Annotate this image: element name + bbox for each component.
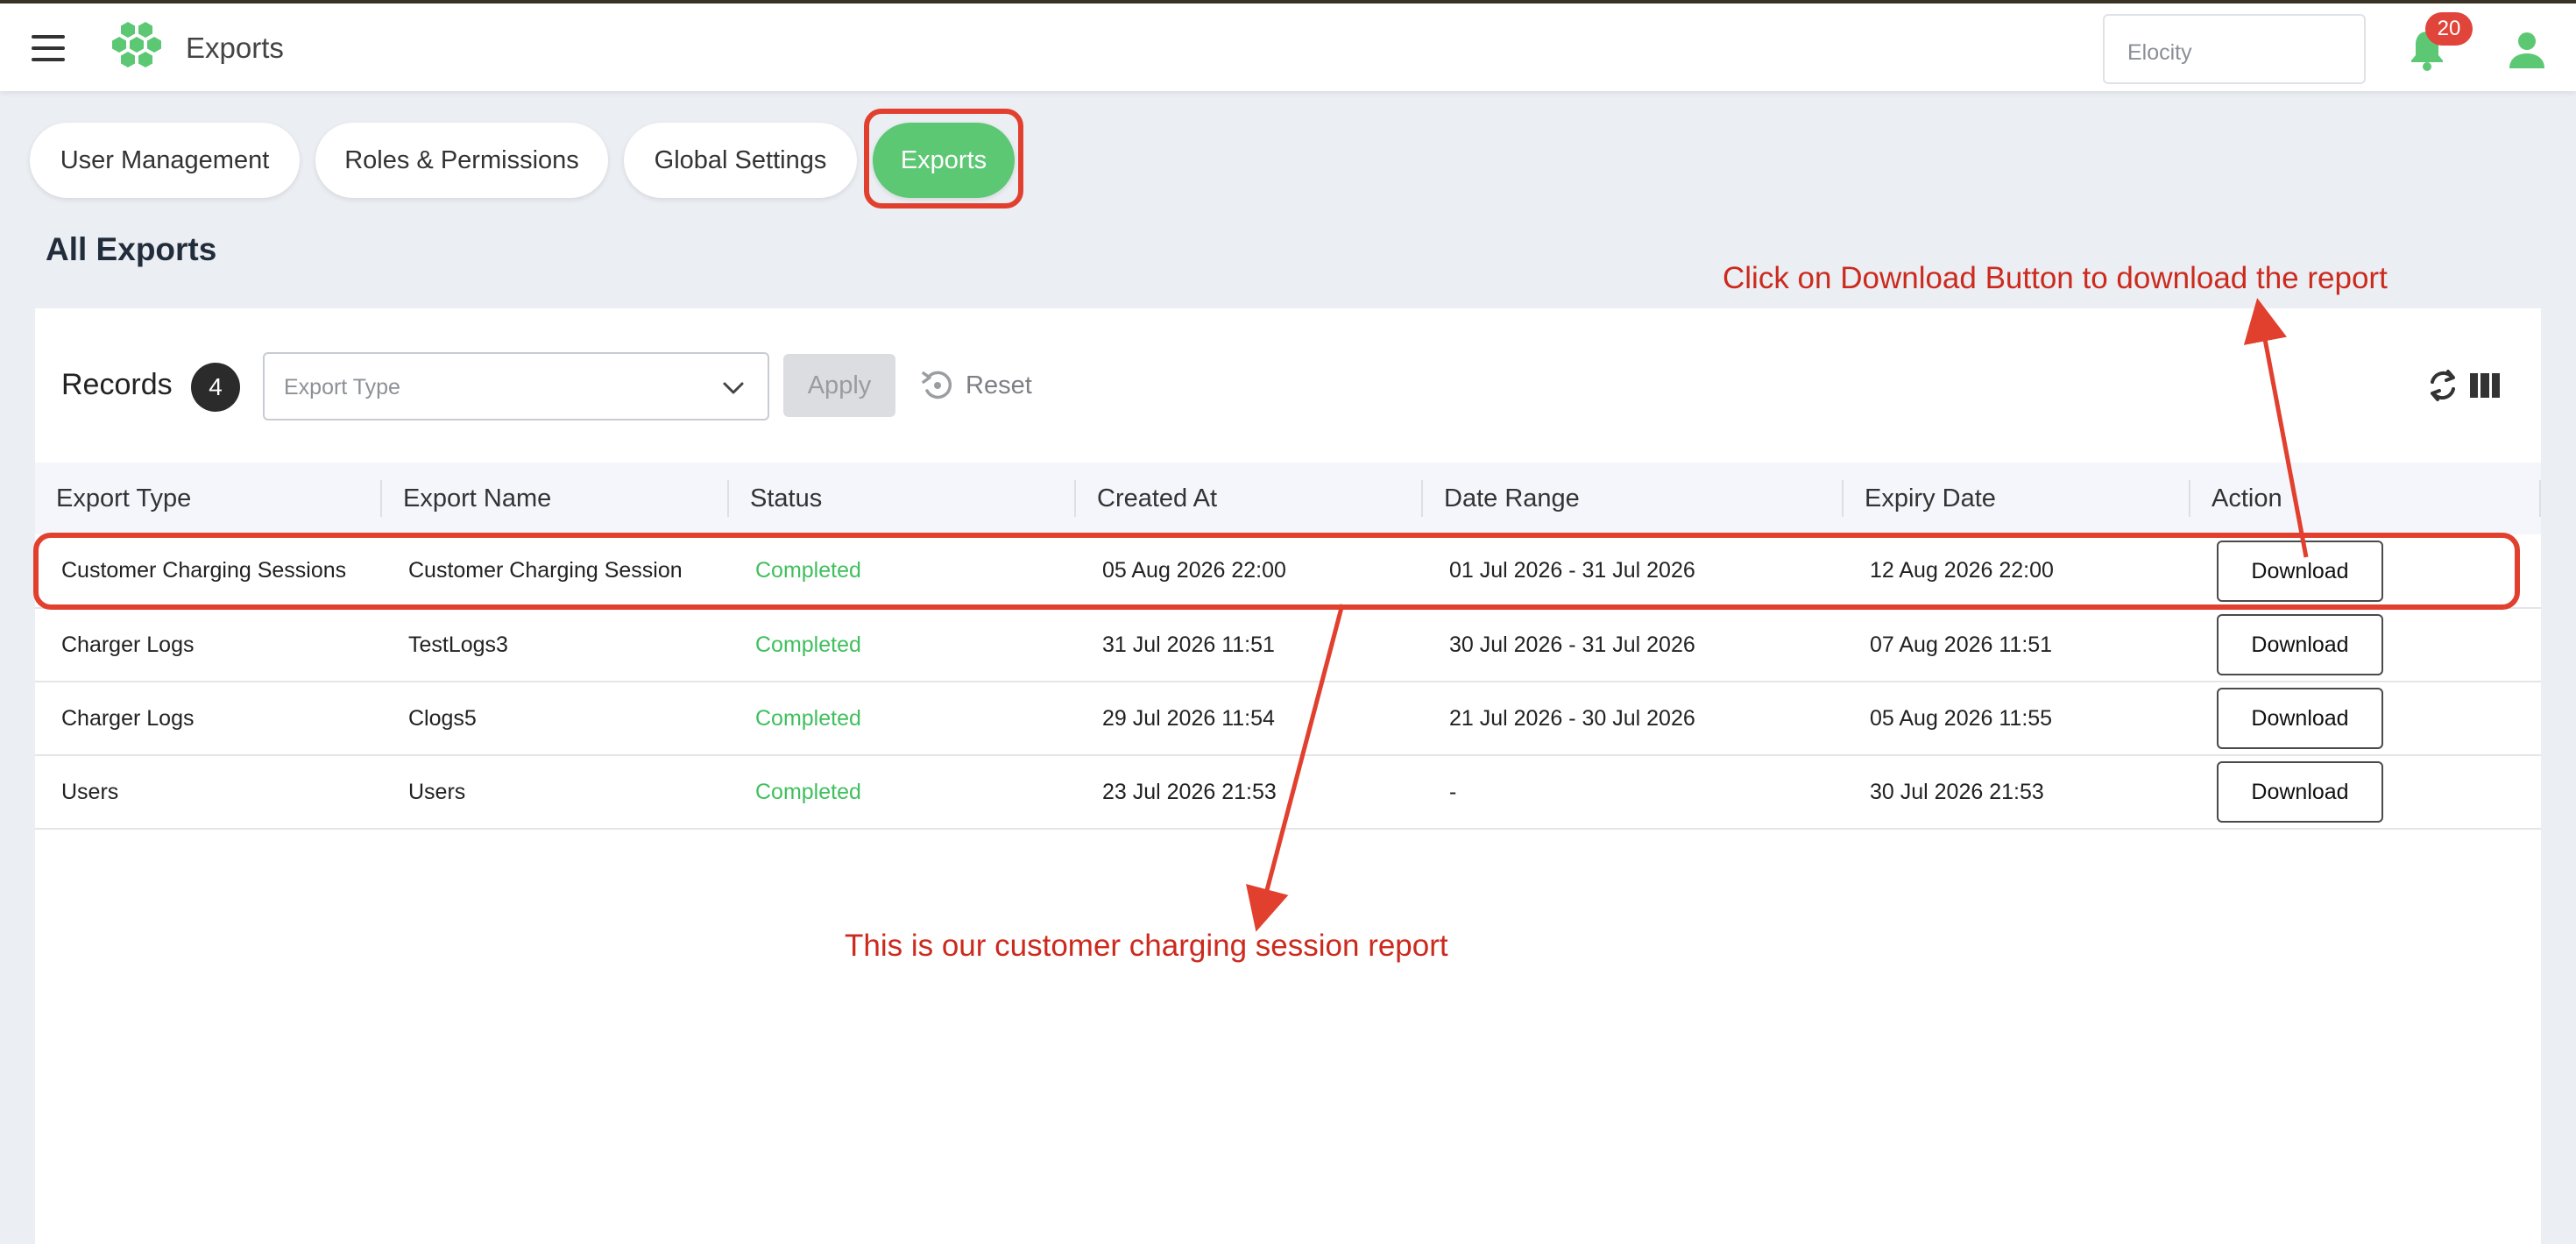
cell-date-range: 21 Jul 2026 - 30 Jul 2026: [1449, 705, 1695, 731]
cell-export-type: Customer Charging Sessions: [61, 558, 347, 583]
app-bar: Exports Elocity 20: [0, 4, 2576, 91]
tab-global-settings[interactable]: Global Settings: [624, 123, 857, 198]
cell-action: Download: [2190, 608, 2541, 682]
column-header-action: Action: [2190, 463, 2541, 534]
cell-status: Completed: [755, 558, 861, 583]
chevron-down-icon: [723, 382, 744, 394]
user-icon[interactable]: [2508, 30, 2546, 70]
column-header-expiry-date[interactable]: Expiry Date: [1844, 463, 2190, 534]
cell-created-at: 05 Aug 2026 22:00: [1102, 558, 1286, 583]
cell-expiry-date: 07 Aug 2026 11:51: [1870, 632, 2053, 657]
cell-created-at: 31 Jul 2026 11:51: [1102, 632, 1275, 657]
download-button[interactable]: Download: [2217, 688, 2383, 749]
cell-action: Download: [2190, 682, 2541, 755]
annotation-row-hint: This is our customer charging session re…: [845, 929, 1448, 963]
cell-date-range: 01 Jul 2026 - 31 Jul 2026: [1449, 558, 1695, 583]
cell-export-type: Charger Logs: [61, 705, 195, 731]
notification-badge: 20: [2425, 12, 2473, 46]
download-button[interactable]: Download: [2217, 614, 2383, 675]
column-header-status[interactable]: Status: [729, 463, 1076, 534]
columns-icon[interactable]: [2469, 371, 2501, 399]
table-row: Charger Logs TestLogs3 Completed 31 Jul …: [35, 608, 2541, 682]
cell-expiry-date: 12 Aug 2026 22:00: [1870, 558, 2054, 583]
cell-action: Download: [2190, 534, 2541, 608]
annotation-download-hint: Click on Download Button to download the…: [1723, 261, 2388, 295]
column-header-created-at[interactable]: Created At: [1076, 463, 1423, 534]
records-count-badge: 4: [191, 363, 240, 412]
cell-status: Completed: [755, 779, 861, 804]
records-label: Records: [61, 368, 173, 401]
page-title: All Exports: [46, 231, 217, 267]
cell-created-at: 29 Jul 2026 11:54: [1102, 705, 1275, 731]
column-header-export-type[interactable]: Export Type: [35, 463, 382, 534]
exports-table: Export Type Export Name Status Created A…: [35, 463, 2541, 830]
app-title: Exports: [186, 32, 284, 64]
refresh-icon[interactable]: [2425, 366, 2460, 405]
cell-action: Download: [2190, 755, 2541, 829]
tab-user-management[interactable]: User Management: [30, 123, 300, 198]
apply-button[interactable]: Apply: [783, 354, 895, 417]
cell-export-name: Customer Charging Session: [408, 558, 683, 583]
cell-date-range: -: [1449, 779, 1457, 804]
tab-roles-permissions[interactable]: Roles & Permissions: [315, 123, 608, 198]
org-selector[interactable]: Elocity: [2103, 14, 2366, 84]
cell-export-name: Clogs5: [408, 705, 477, 731]
app-logo: [112, 22, 161, 67]
download-button[interactable]: Download: [2217, 761, 2383, 823]
table-row: Charger Logs Clogs5 Completed 29 Jul 202…: [35, 682, 2541, 755]
reset-icon: [922, 371, 952, 399]
export-type-placeholder: Export Type: [284, 375, 400, 399]
cell-expiry-date: 05 Aug 2026 11:55: [1870, 705, 2053, 731]
cell-export-type: Charger Logs: [61, 632, 195, 657]
cell-created-at: 23 Jul 2026 21:53: [1102, 779, 1277, 804]
cell-date-range: 30 Jul 2026 - 31 Jul 2026: [1449, 632, 1695, 657]
menu-icon[interactable]: [32, 35, 65, 61]
column-header-export-name[interactable]: Export Name: [382, 463, 729, 534]
cell-status: Completed: [755, 705, 861, 731]
cell-export-name: TestLogs3: [408, 632, 508, 657]
cell-export-type: Users: [61, 779, 119, 804]
cell-expiry-date: 30 Jul 2026 21:53: [1870, 779, 2044, 804]
cell-export-name: Users: [408, 779, 466, 804]
export-type-select[interactable]: Export Type: [263, 352, 769, 421]
column-header-date-range[interactable]: Date Range: [1423, 463, 1844, 534]
reset-label: Reset: [966, 371, 1032, 399]
table-row: Customer Charging Sessions Customer Char…: [35, 534, 2541, 608]
table-header-row: Export Type Export Name Status Created A…: [35, 463, 2541, 534]
table-row: Users Users Completed 23 Jul 2026 21:53 …: [35, 755, 2541, 829]
cell-status: Completed: [755, 632, 861, 657]
download-button[interactable]: Download: [2217, 540, 2383, 602]
exports-tab-highlight: [864, 109, 1023, 209]
